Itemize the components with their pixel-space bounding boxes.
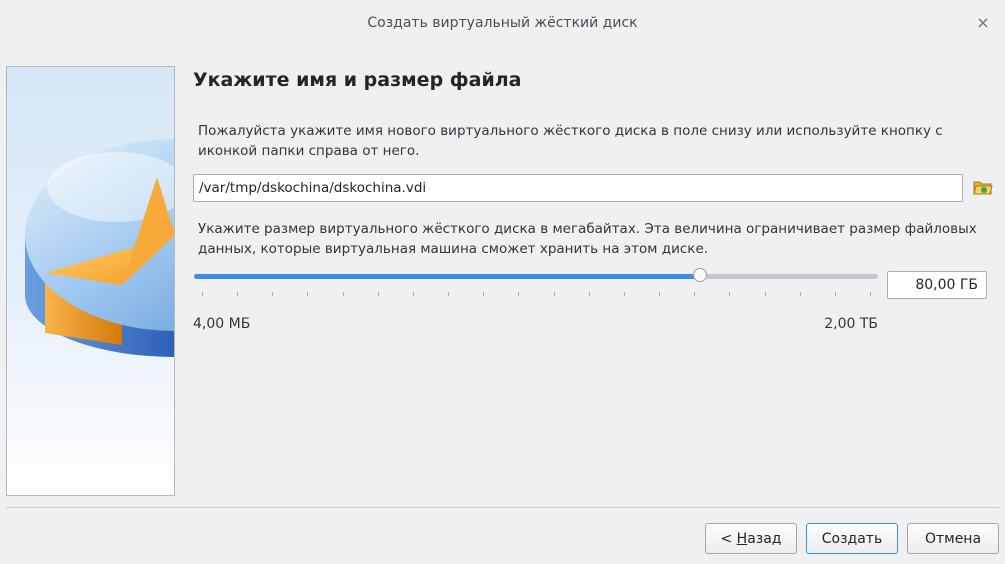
title-bar: Создать виртуальный жёсткий диск × — [0, 0, 1005, 52]
slider-tick — [483, 292, 484, 296]
slider-tick — [765, 292, 766, 296]
slider-tick — [307, 292, 308, 296]
back-rest: азад — [747, 530, 782, 547]
slider-tick — [835, 292, 836, 296]
slider-tick — [413, 292, 414, 296]
slider-tick — [870, 292, 871, 296]
slider-tick — [694, 292, 695, 296]
button-separator — [6, 507, 999, 508]
back-prefix: < — [720, 530, 737, 547]
hard-disk-pie-chart-icon — [6, 66, 175, 496]
slider-tick — [659, 292, 660, 296]
slider-tick — [272, 292, 273, 296]
page-heading: Укажите имя и размер файла — [193, 69, 522, 91]
slider-tick — [624, 292, 625, 296]
slider-tick — [589, 292, 590, 296]
size-description: Укажите размер виртуального жёсткого дис… — [198, 221, 977, 257]
slider-ticks — [194, 292, 878, 296]
slider-tick — [378, 292, 379, 296]
slider-tick — [343, 292, 344, 296]
file-name-description: Пожалуйста укажите имя нового виртуально… — [198, 123, 943, 159]
size-value-input[interactable] — [887, 271, 987, 299]
slider-handle[interactable] — [693, 268, 707, 282]
back-button[interactable]: < Назад — [705, 523, 797, 554]
create-button[interactable]: Создать — [806, 523, 898, 554]
window-title: Создать виртуальный жёсткий диск — [367, 15, 638, 31]
cancel-button[interactable]: Отмена — [907, 523, 999, 554]
slider-tick — [800, 292, 801, 296]
choose-file-location-button[interactable] — [972, 176, 994, 198]
file-path-input[interactable] — [193, 174, 963, 202]
slider-tick — [554, 292, 555, 296]
size-slider[interactable] — [194, 268, 878, 298]
slider-tick — [237, 292, 238, 296]
slider-tick — [518, 292, 519, 296]
slider-fill — [194, 274, 700, 279]
close-button[interactable]: × — [973, 13, 993, 33]
back-mnemonic: Н — [736, 530, 748, 547]
range-max-label: 2,00 ТБ — [824, 316, 878, 332]
range-min-label: 4,00 МБ — [193, 316, 251, 332]
slider-tick — [448, 292, 449, 296]
folder-open-icon — [973, 181, 993, 195]
create-virtual-hard-disk-dialog: Создать виртуальный жёсткий диск × Укажи… — [0, 0, 1005, 564]
slider-tick — [729, 292, 730, 296]
slider-tick — [202, 292, 203, 296]
